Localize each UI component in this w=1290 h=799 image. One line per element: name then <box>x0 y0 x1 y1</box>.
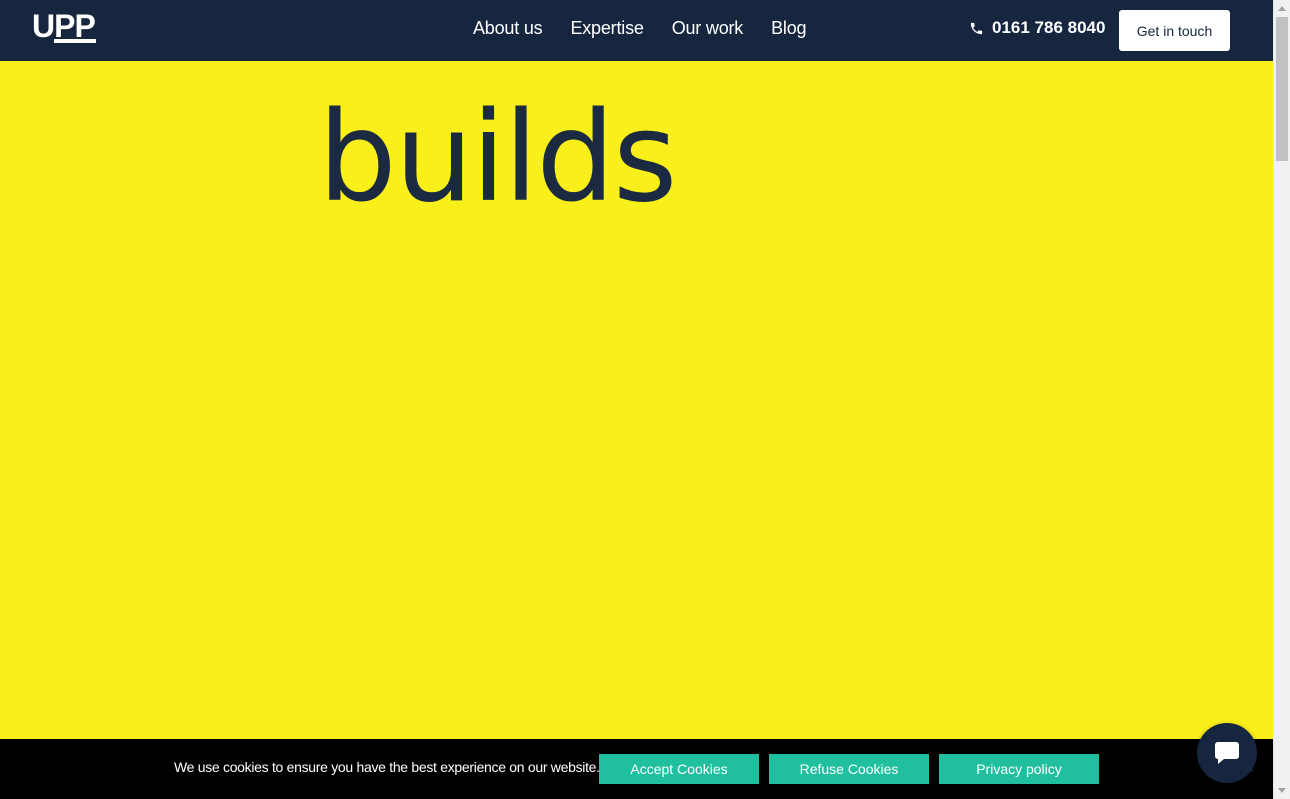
accept-cookies-button[interactable]: Accept Cookies <box>599 754 759 784</box>
chevron-up-icon <box>1244 765 1254 772</box>
hero-headline-word: builds <box>318 86 678 230</box>
refuse-cookies-button[interactable]: Refuse Cookies <box>769 754 929 784</box>
page: UPP About us Expertise Our work Blog 016… <box>0 0 1290 799</box>
scrollbar-thumb[interactable] <box>1276 17 1288 161</box>
chat-icon <box>1215 742 1239 764</box>
main-nav: About us Expertise Our work Blog <box>459 0 820 56</box>
scroll-down-arrow-icon[interactable] <box>1278 788 1286 793</box>
upp-logo[interactable]: UPP <box>32 11 112 45</box>
nav-item-about-us[interactable]: About us <box>459 18 556 39</box>
scroll-up-arrow-icon[interactable] <box>1278 6 1286 11</box>
nav-item-our-work[interactable]: Our work <box>658 18 757 39</box>
vertical-scrollbar[interactable] <box>1273 0 1290 799</box>
nav-item-expertise[interactable]: Expertise <box>556 18 657 39</box>
phone-number: 0161 786 8040 <box>992 18 1106 37</box>
privacy-policy-button[interactable]: Privacy policy <box>939 754 1099 784</box>
nav-item-blog[interactable]: Blog <box>757 18 820 39</box>
cookie-message: We use cookies to ensure you have the be… <box>174 759 600 775</box>
phone-link[interactable]: 0161 786 8040 <box>969 17 1105 39</box>
site-header: UPP About us Expertise Our work Blog 016… <box>0 0 1273 61</box>
get-in-touch-button[interactable]: Get in touch <box>1119 10 1230 51</box>
cookie-banner: We use cookies to ensure you have the be… <box>0 739 1273 799</box>
phone-icon <box>970 22 983 34</box>
